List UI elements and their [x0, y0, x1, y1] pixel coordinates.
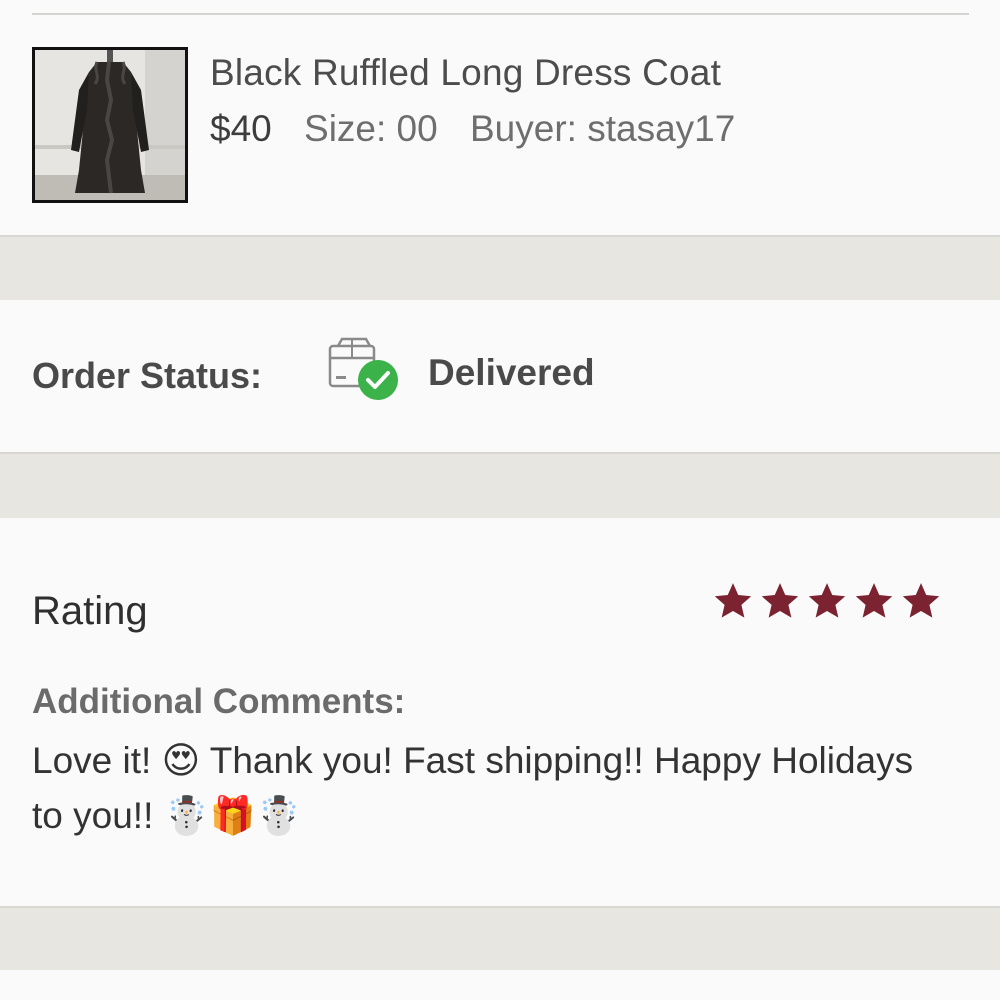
comments-label: Additional Comments: [32, 682, 406, 721]
order-status-label: Order Status: [32, 355, 263, 396]
top-divider [32, 13, 969, 15]
order-status-value: Delivered [428, 352, 595, 393]
star-icon [761, 583, 799, 618]
section-divider [0, 906, 1000, 972]
star-icon [855, 583, 893, 618]
product-size: Size: 00 [304, 108, 438, 149]
star-icon [902, 583, 940, 618]
star-rating [712, 580, 942, 622]
star-icon [808, 583, 846, 618]
product-buyer[interactable]: Buyer: stasay17 [470, 108, 735, 149]
product-meta: $40 Size: 00 Buyer: stasay17 [210, 108, 735, 150]
rating-label: Rating [32, 589, 148, 633]
next-card [0, 970, 1000, 1000]
product-price: $40 [210, 108, 272, 149]
product-title[interactable]: Black Ruffled Long Dress Coat [210, 52, 721, 94]
package-delivered-icon [326, 336, 404, 404]
product-card[interactable]: Black Ruffled Long Dress Coat $40 Size: … [0, 0, 1000, 235]
section-divider [0, 452, 1000, 518]
star-icon [714, 583, 752, 618]
comments-text: Love it! 😍 Thank you! Fast shipping!! Ha… [32, 740, 914, 836]
coat-photo [35, 50, 185, 200]
product-thumbnail[interactable] [32, 47, 188, 203]
section-divider [0, 235, 1000, 300]
